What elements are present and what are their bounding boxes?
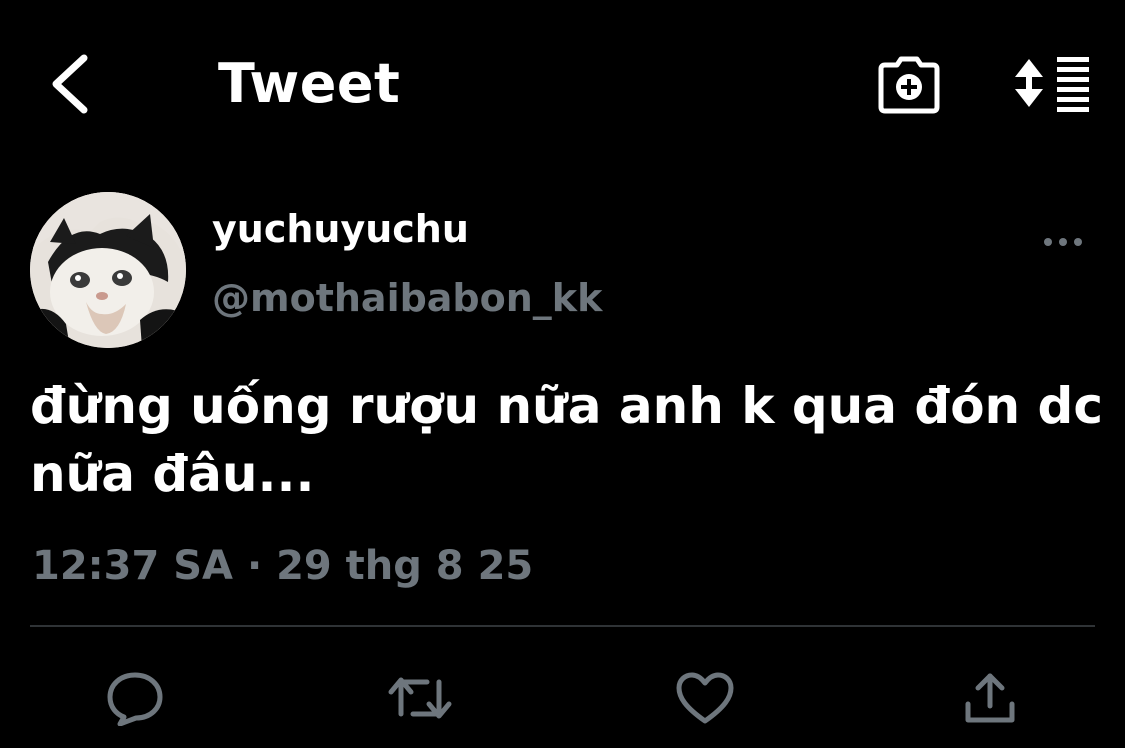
top-navigation-bar: Tweet	[0, 0, 1125, 170]
reply-icon	[107, 672, 163, 726]
retweet-icon	[388, 677, 452, 719]
back-button[interactable]	[40, 52, 100, 116]
camera-button[interactable]	[874, 52, 944, 118]
like-button[interactable]	[672, 665, 738, 731]
tweet-text: đừng uống rượu nữa anh k qua đón dc nữa …	[30, 377, 1103, 503]
heart-icon	[676, 672, 734, 724]
share-button[interactable]	[957, 665, 1023, 731]
more-options-button[interactable]	[1036, 222, 1090, 262]
author-handle[interactable]: @mothaibabon_kk	[212, 272, 602, 324]
sort-list-icon	[1015, 57, 1089, 112]
chevron-left-icon	[52, 54, 88, 114]
cat-avatar-image	[30, 192, 186, 348]
camera-plus-icon	[878, 56, 940, 114]
avatar[interactable]	[30, 192, 186, 348]
more-dots-icon	[1044, 238, 1082, 246]
sort-button[interactable]	[1010, 50, 1094, 116]
reply-button[interactable]	[102, 665, 168, 731]
author-display-name[interactable]: yuchuyuchu	[212, 203, 469, 255]
share-icon	[965, 673, 1015, 723]
retweet-button[interactable]	[387, 665, 453, 731]
divider	[30, 625, 1095, 627]
tweet-timestamp[interactable]: 12:37 SA · 29 thg 8 25	[32, 538, 533, 594]
page-title: Tweet	[218, 52, 401, 115]
